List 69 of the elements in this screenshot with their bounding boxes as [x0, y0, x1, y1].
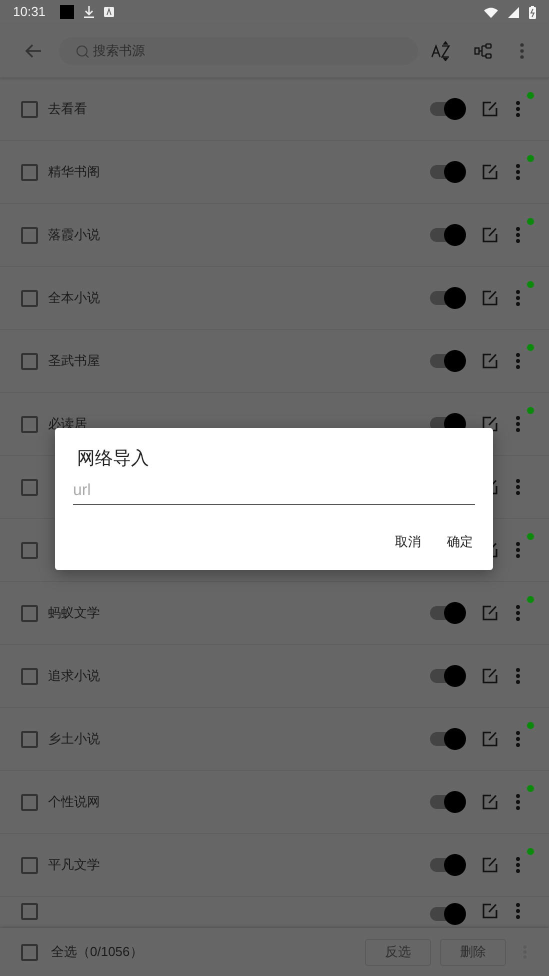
source-name: 落霞小说 — [48, 227, 100, 242]
sort-icon[interactable] — [431, 40, 451, 60]
group-icon[interactable] — [474, 42, 492, 58]
search-icon — [76, 44, 89, 58]
toggle-switch[interactable] — [430, 854, 466, 876]
status-time: 10:31 — [13, 3, 46, 22]
checkbox[interactable] — [21, 604, 38, 622]
wifi-icon — [484, 6, 498, 18]
more-icon[interactable] — [516, 416, 520, 432]
toggle-switch[interactable] — [430, 903, 466, 925]
action-button[interactable]: 反选 — [365, 938, 431, 966]
checkbox[interactable] — [21, 794, 38, 810]
source-name: 平凡文学 — [48, 857, 100, 872]
source-name: 蚂蚁文学 — [48, 605, 100, 620]
checkbox[interactable] — [21, 944, 38, 960]
checkbox[interactable] — [21, 478, 38, 496]
more-icon[interactable] — [516, 857, 520, 873]
checkbox[interactable] — [21, 352, 38, 370]
more-icon[interactable] — [516, 101, 520, 117]
action-button[interactable]: 删除 — [440, 938, 506, 966]
toggle-switch[interactable] — [430, 161, 466, 183]
checkbox[interactable] — [21, 542, 38, 558]
select-all-label[interactable]: 全选（0/1056） — [51, 942, 365, 962]
checkbox[interactable] — [21, 226, 38, 244]
more-icon[interactable] — [516, 903, 520, 919]
source-name: 个性说网 — [48, 794, 100, 809]
checkbox[interactable] — [21, 100, 38, 118]
url-field[interactable]: url — [73, 478, 475, 505]
dialog-title: 网络导入 — [77, 447, 150, 470]
source-name: 精华书阁 — [48, 164, 100, 179]
more-icon[interactable] — [516, 290, 520, 306]
toggle-switch[interactable] — [430, 98, 466, 120]
checkbox[interactable] — [21, 290, 38, 306]
checkbox[interactable] — [21, 416, 38, 432]
toggle-switch[interactable] — [430, 665, 466, 687]
more-icon[interactable] — [516, 227, 520, 243]
source-name: 圣武书屋 — [48, 353, 100, 368]
checkbox[interactable] — [21, 903, 38, 920]
download-icon — [84, 6, 94, 18]
app-icon — [104, 7, 114, 17]
more-icon[interactable] — [520, 42, 524, 58]
more-icon[interactable] — [516, 668, 520, 684]
battery-icon — [529, 6, 536, 18]
toggle-switch[interactable] — [430, 350, 466, 372]
dialog-button[interactable]: 取消 — [385, 529, 431, 555]
toggle-switch[interactable] — [430, 224, 466, 246]
more-icon[interactable] — [516, 794, 520, 810]
source-name: 去看看 — [48, 101, 87, 116]
signal-icon — [508, 6, 519, 18]
notification-icon — [60, 5, 74, 19]
toggle-switch[interactable] — [430, 791, 466, 813]
checkbox[interactable] — [21, 668, 38, 684]
checkbox[interactable] — [21, 856, 38, 874]
more-icon[interactable] — [516, 353, 520, 369]
toggle-switch[interactable] — [430, 287, 466, 309]
dialog-button[interactable]: 确定 — [437, 529, 483, 555]
checkbox[interactable] — [21, 164, 38, 180]
source-name: 全本小说 — [48, 290, 100, 305]
toggle-switch[interactable] — [430, 602, 466, 624]
source-name: 追求小说 — [48, 668, 100, 683]
back-icon[interactable] — [25, 44, 41, 58]
toggle-switch[interactable] — [430, 728, 466, 750]
source-name: 乡土小说 — [48, 731, 100, 746]
checkbox[interactable] — [21, 730, 38, 748]
more-icon[interactable] — [516, 479, 520, 495]
more-icon[interactable] — [516, 605, 520, 621]
more-icon[interactable] — [516, 731, 520, 747]
more-icon[interactable] — [516, 164, 520, 180]
more-icon[interactable] — [516, 542, 520, 558]
